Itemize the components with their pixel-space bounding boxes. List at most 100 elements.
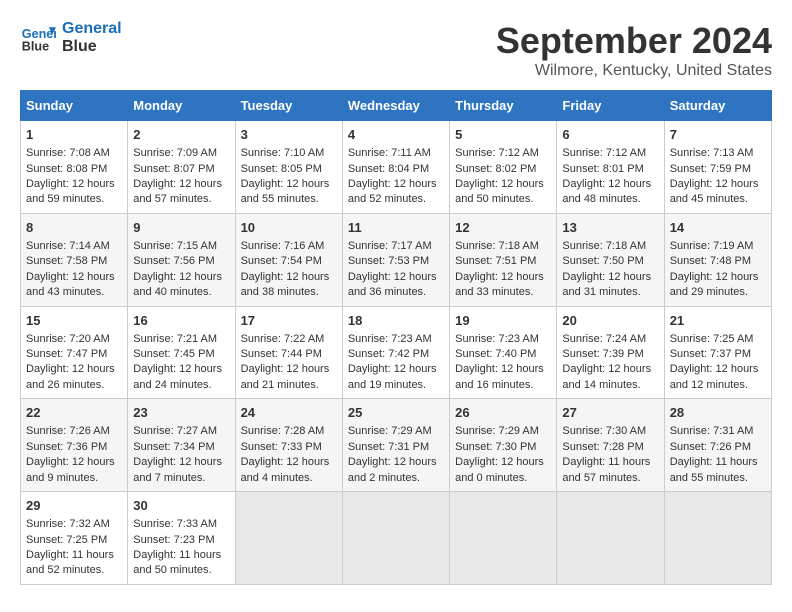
day-number: 23 [133, 404, 229, 422]
sunrise-label: Sunrise: 7:12 AM [562, 147, 646, 159]
daylight-label: Daylight: 12 hours and 26 minutes. [26, 363, 115, 390]
calendar-cell: 18 Sunrise: 7:23 AM Sunset: 7:42 PM Dayl… [342, 306, 449, 399]
day-number: 6 [562, 126, 658, 144]
sunset-label: Sunset: 8:05 PM [241, 163, 322, 175]
daylight-label: Daylight: 12 hours and 31 minutes. [562, 271, 651, 298]
daylight-label: Daylight: 12 hours and 0 minutes. [455, 456, 544, 483]
calendar-cell: 20 Sunrise: 7:24 AM Sunset: 7:39 PM Dayl… [557, 306, 664, 399]
sunrise-label: Sunrise: 7:23 AM [348, 333, 432, 345]
day-number: 22 [26, 404, 122, 422]
calendar-cell: 17 Sunrise: 7:22 AM Sunset: 7:44 PM Dayl… [235, 306, 342, 399]
week-row-5: 29 Sunrise: 7:32 AM Sunset: 7:25 PM Dayl… [21, 492, 772, 585]
daylight-label: Daylight: 12 hours and 45 minutes. [670, 178, 759, 205]
day-number: 15 [26, 312, 122, 330]
day-number: 26 [455, 404, 551, 422]
page-subtitle: Wilmore, Kentucky, United States [496, 62, 772, 80]
calendar-cell: 26 Sunrise: 7:29 AM Sunset: 7:30 PM Dayl… [450, 399, 557, 492]
calendar-cell: 1 Sunrise: 7:08 AM Sunset: 8:08 PM Dayli… [21, 121, 128, 214]
daylight-label: Daylight: 12 hours and 38 minutes. [241, 271, 330, 298]
daylight-label: Daylight: 11 hours and 57 minutes. [562, 456, 650, 483]
sunrise-label: Sunrise: 7:08 AM [26, 147, 110, 159]
sunset-label: Sunset: 7:45 PM [133, 348, 214, 360]
sunrise-label: Sunrise: 7:17 AM [348, 240, 432, 252]
sunrise-label: Sunrise: 7:18 AM [562, 240, 646, 252]
week-row-4: 22 Sunrise: 7:26 AM Sunset: 7:36 PM Dayl… [21, 399, 772, 492]
calendar-cell: 16 Sunrise: 7:21 AM Sunset: 7:45 PM Dayl… [128, 306, 235, 399]
sunset-label: Sunset: 7:30 PM [455, 441, 536, 453]
day-number: 25 [348, 404, 444, 422]
day-number: 27 [562, 404, 658, 422]
sunset-label: Sunset: 7:58 PM [26, 255, 107, 267]
header-sunday: Sunday [21, 91, 128, 121]
calendar-cell [235, 492, 342, 585]
logo: General Blue General Blue [20, 20, 122, 56]
sunrise-label: Sunrise: 7:33 AM [133, 518, 217, 530]
day-number: 19 [455, 312, 551, 330]
header-saturday: Saturday [664, 91, 771, 121]
calendar-cell: 28 Sunrise: 7:31 AM Sunset: 7:26 PM Dayl… [664, 399, 771, 492]
daylight-label: Daylight: 12 hours and 59 minutes. [26, 178, 115, 205]
calendar-cell [342, 492, 449, 585]
daylight-label: Daylight: 12 hours and 24 minutes. [133, 363, 222, 390]
week-row-1: 1 Sunrise: 7:08 AM Sunset: 8:08 PM Dayli… [21, 121, 772, 214]
week-row-3: 15 Sunrise: 7:20 AM Sunset: 7:47 PM Dayl… [21, 306, 772, 399]
daylight-label: Daylight: 12 hours and 12 minutes. [670, 363, 759, 390]
daylight-label: Daylight: 12 hours and 43 minutes. [26, 271, 115, 298]
sunrise-label: Sunrise: 7:32 AM [26, 518, 110, 530]
sunset-label: Sunset: 7:36 PM [26, 441, 107, 453]
day-number: 28 [670, 404, 766, 422]
sunrise-label: Sunrise: 7:20 AM [26, 333, 110, 345]
day-number: 5 [455, 126, 551, 144]
calendar-cell: 2 Sunrise: 7:09 AM Sunset: 8:07 PM Dayli… [128, 121, 235, 214]
daylight-label: Daylight: 12 hours and 21 minutes. [241, 363, 330, 390]
sunset-label: Sunset: 7:56 PM [133, 255, 214, 267]
header-thursday: Thursday [450, 91, 557, 121]
sunrise-label: Sunrise: 7:21 AM [133, 333, 217, 345]
day-number: 8 [26, 219, 122, 237]
calendar-cell: 11 Sunrise: 7:17 AM Sunset: 7:53 PM Dayl… [342, 213, 449, 306]
day-number: 12 [455, 219, 551, 237]
calendar-cell: 30 Sunrise: 7:33 AM Sunset: 7:23 PM Dayl… [128, 492, 235, 585]
calendar-cell: 22 Sunrise: 7:26 AM Sunset: 7:36 PM Dayl… [21, 399, 128, 492]
sunset-label: Sunset: 7:23 PM [133, 534, 214, 546]
title-block: September 2024 Wilmore, Kentucky, United… [496, 20, 772, 80]
day-number: 11 [348, 219, 444, 237]
sunrise-label: Sunrise: 7:15 AM [133, 240, 217, 252]
daylight-label: Daylight: 12 hours and 29 minutes. [670, 271, 759, 298]
day-number: 17 [241, 312, 337, 330]
sunset-label: Sunset: 7:34 PM [133, 441, 214, 453]
sunrise-label: Sunrise: 7:09 AM [133, 147, 217, 159]
svg-text:Blue: Blue [22, 40, 49, 54]
calendar-cell: 25 Sunrise: 7:29 AM Sunset: 7:31 PM Dayl… [342, 399, 449, 492]
day-number: 3 [241, 126, 337, 144]
header-wednesday: Wednesday [342, 91, 449, 121]
sunset-label: Sunset: 7:59 PM [670, 163, 751, 175]
calendar-cell: 5 Sunrise: 7:12 AM Sunset: 8:02 PM Dayli… [450, 121, 557, 214]
calendar-cell: 12 Sunrise: 7:18 AM Sunset: 7:51 PM Dayl… [450, 213, 557, 306]
sunset-label: Sunset: 7:48 PM [670, 255, 751, 267]
calendar-cell: 10 Sunrise: 7:16 AM Sunset: 7:54 PM Dayl… [235, 213, 342, 306]
day-number: 14 [670, 219, 766, 237]
week-row-2: 8 Sunrise: 7:14 AM Sunset: 7:58 PM Dayli… [21, 213, 772, 306]
sunset-label: Sunset: 7:37 PM [670, 348, 751, 360]
sunrise-label: Sunrise: 7:19 AM [670, 240, 754, 252]
header-tuesday: Tuesday [235, 91, 342, 121]
sunset-label: Sunset: 7:44 PM [241, 348, 322, 360]
daylight-label: Daylight: 12 hours and 9 minutes. [26, 456, 115, 483]
header-friday: Friday [557, 91, 664, 121]
logo-blue: Blue [62, 38, 122, 56]
calendar-cell: 21 Sunrise: 7:25 AM Sunset: 7:37 PM Dayl… [664, 306, 771, 399]
sunset-label: Sunset: 7:33 PM [241, 441, 322, 453]
sunset-label: Sunset: 7:54 PM [241, 255, 322, 267]
calendar-body: 1 Sunrise: 7:08 AM Sunset: 8:08 PM Dayli… [21, 121, 772, 585]
daylight-label: Daylight: 12 hours and 50 minutes. [455, 178, 544, 205]
daylight-label: Daylight: 12 hours and 2 minutes. [348, 456, 437, 483]
sunset-label: Sunset: 7:40 PM [455, 348, 536, 360]
day-number: 10 [241, 219, 337, 237]
calendar-header: SundayMondayTuesdayWednesdayThursdayFrid… [21, 91, 772, 121]
sunrise-label: Sunrise: 7:13 AM [670, 147, 754, 159]
sunset-label: Sunset: 8:02 PM [455, 163, 536, 175]
daylight-label: Daylight: 11 hours and 50 minutes. [133, 549, 221, 576]
day-number: 20 [562, 312, 658, 330]
sunset-label: Sunset: 7:28 PM [562, 441, 643, 453]
